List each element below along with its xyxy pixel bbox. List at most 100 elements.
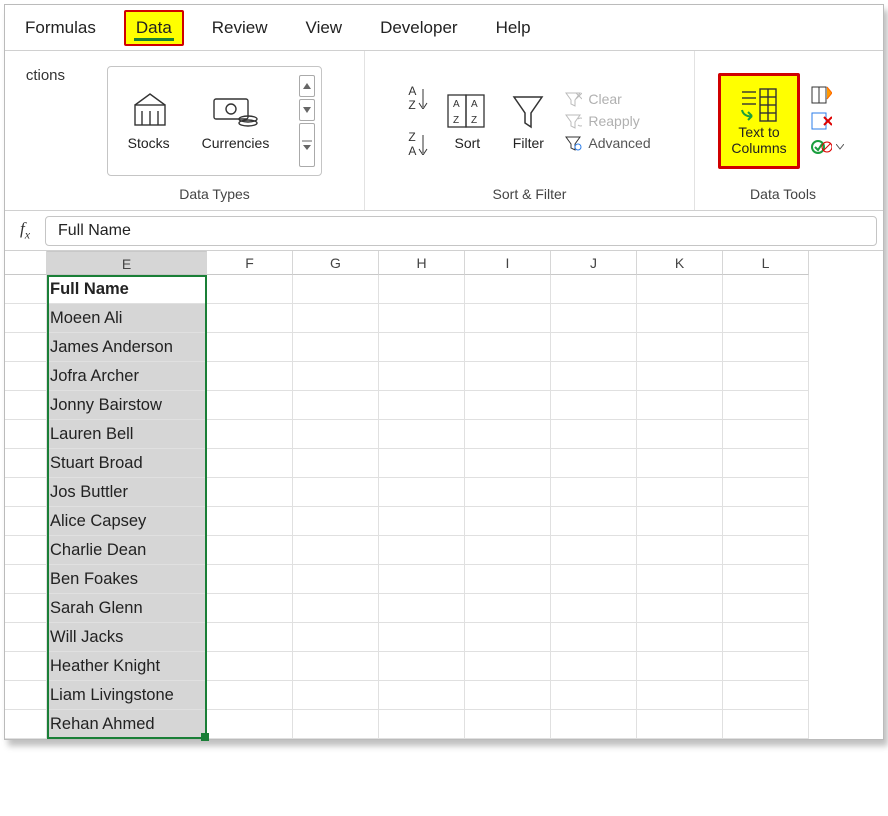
- cell[interactable]: Heather Knight: [47, 652, 207, 681]
- row-stub[interactable]: [5, 420, 47, 449]
- cell[interactable]: [551, 623, 637, 652]
- row-stub[interactable]: [5, 304, 47, 333]
- cell[interactable]: [723, 594, 809, 623]
- cell[interactable]: Jofra Archer: [47, 362, 207, 391]
- cell[interactable]: [723, 449, 809, 478]
- cell[interactable]: [465, 565, 551, 594]
- cell[interactable]: [465, 391, 551, 420]
- spreadsheet-grid[interactable]: E F G H I J K L Full NameMoeen AliJames …: [5, 251, 883, 739]
- cell[interactable]: [379, 710, 465, 739]
- row-stub[interactable]: [5, 710, 47, 739]
- cell[interactable]: [293, 536, 379, 565]
- cell[interactable]: [637, 652, 723, 681]
- cell[interactable]: [379, 478, 465, 507]
- row-stub[interactable]: [5, 362, 47, 391]
- cell[interactable]: [293, 333, 379, 362]
- cell[interactable]: [293, 275, 379, 304]
- colhead-H[interactable]: H: [379, 251, 465, 275]
- cell[interactable]: [379, 449, 465, 478]
- cell[interactable]: [551, 594, 637, 623]
- gallery-up[interactable]: [299, 75, 315, 97]
- cell[interactable]: [723, 623, 809, 652]
- row-stub[interactable]: [5, 507, 47, 536]
- cell[interactable]: [379, 565, 465, 594]
- cell[interactable]: [637, 304, 723, 333]
- cell[interactable]: Jos Buttler: [47, 478, 207, 507]
- colhead-I[interactable]: I: [465, 251, 551, 275]
- stocks-button[interactable]: Stocks: [122, 87, 176, 155]
- tab-data[interactable]: Data: [124, 10, 184, 46]
- cell[interactable]: [379, 536, 465, 565]
- cell[interactable]: [637, 565, 723, 594]
- cell[interactable]: [207, 478, 293, 507]
- select-all-corner[interactable]: [5, 251, 47, 275]
- cell[interactable]: [637, 478, 723, 507]
- cell[interactable]: [207, 275, 293, 304]
- cell[interactable]: [465, 362, 551, 391]
- cell[interactable]: [293, 507, 379, 536]
- cell[interactable]: [637, 710, 723, 739]
- cell[interactable]: [465, 710, 551, 739]
- cell[interactable]: [465, 507, 551, 536]
- cell[interactable]: [637, 449, 723, 478]
- cell[interactable]: [465, 420, 551, 449]
- cell[interactable]: [551, 420, 637, 449]
- remove-duplicates-button[interactable]: [810, 111, 844, 131]
- cell[interactable]: [723, 391, 809, 420]
- row-stub[interactable]: [5, 333, 47, 362]
- cell[interactable]: [379, 333, 465, 362]
- cell[interactable]: Lauren Bell: [47, 420, 207, 449]
- cell[interactable]: [379, 362, 465, 391]
- cell[interactable]: James Anderson: [47, 333, 207, 362]
- cell[interactable]: [551, 362, 637, 391]
- cell[interactable]: [465, 275, 551, 304]
- cell[interactable]: [379, 594, 465, 623]
- cell[interactable]: [637, 362, 723, 391]
- cell[interactable]: [637, 681, 723, 710]
- cell[interactable]: [723, 478, 809, 507]
- cell[interactable]: [293, 362, 379, 391]
- colhead-K[interactable]: K: [637, 251, 723, 275]
- row-stub[interactable]: [5, 565, 47, 594]
- cell[interactable]: [551, 478, 637, 507]
- cell[interactable]: [207, 652, 293, 681]
- cell[interactable]: [723, 275, 809, 304]
- fx-icon[interactable]: fx: [5, 219, 45, 242]
- cell[interactable]: [293, 710, 379, 739]
- sort-asc-button[interactable]: AZ: [408, 84, 428, 112]
- cell[interactable]: [207, 623, 293, 652]
- cell[interactable]: [207, 362, 293, 391]
- cell[interactable]: Rehan Ahmed: [47, 710, 207, 739]
- cell[interactable]: [465, 594, 551, 623]
- gallery-more[interactable]: [299, 123, 315, 167]
- cell[interactable]: [551, 536, 637, 565]
- cell[interactable]: [207, 333, 293, 362]
- cell[interactable]: [637, 391, 723, 420]
- cell[interactable]: [293, 652, 379, 681]
- cell[interactable]: [551, 449, 637, 478]
- cell[interactable]: Full Name: [47, 275, 207, 304]
- row-stub[interactable]: [5, 623, 47, 652]
- flash-fill-button[interactable]: [810, 85, 844, 105]
- cell[interactable]: [723, 362, 809, 391]
- cell[interactable]: [465, 333, 551, 362]
- cell[interactable]: Stuart Broad: [47, 449, 207, 478]
- cell[interactable]: [465, 652, 551, 681]
- cell[interactable]: [637, 420, 723, 449]
- row-stub[interactable]: [5, 681, 47, 710]
- cell[interactable]: Charlie Dean: [47, 536, 207, 565]
- cell[interactable]: [207, 449, 293, 478]
- text-to-columns-button[interactable]: Text to Columns: [727, 82, 790, 160]
- sort-desc-button[interactable]: ZA: [408, 130, 428, 158]
- cell[interactable]: [293, 304, 379, 333]
- tab-review[interactable]: Review: [202, 12, 278, 44]
- cell[interactable]: [637, 594, 723, 623]
- cell[interactable]: [207, 391, 293, 420]
- cell[interactable]: [207, 507, 293, 536]
- cell[interactable]: [465, 681, 551, 710]
- cell[interactable]: [465, 304, 551, 333]
- cell[interactable]: [723, 710, 809, 739]
- cell[interactable]: [551, 652, 637, 681]
- cell[interactable]: [207, 565, 293, 594]
- cell[interactable]: [723, 565, 809, 594]
